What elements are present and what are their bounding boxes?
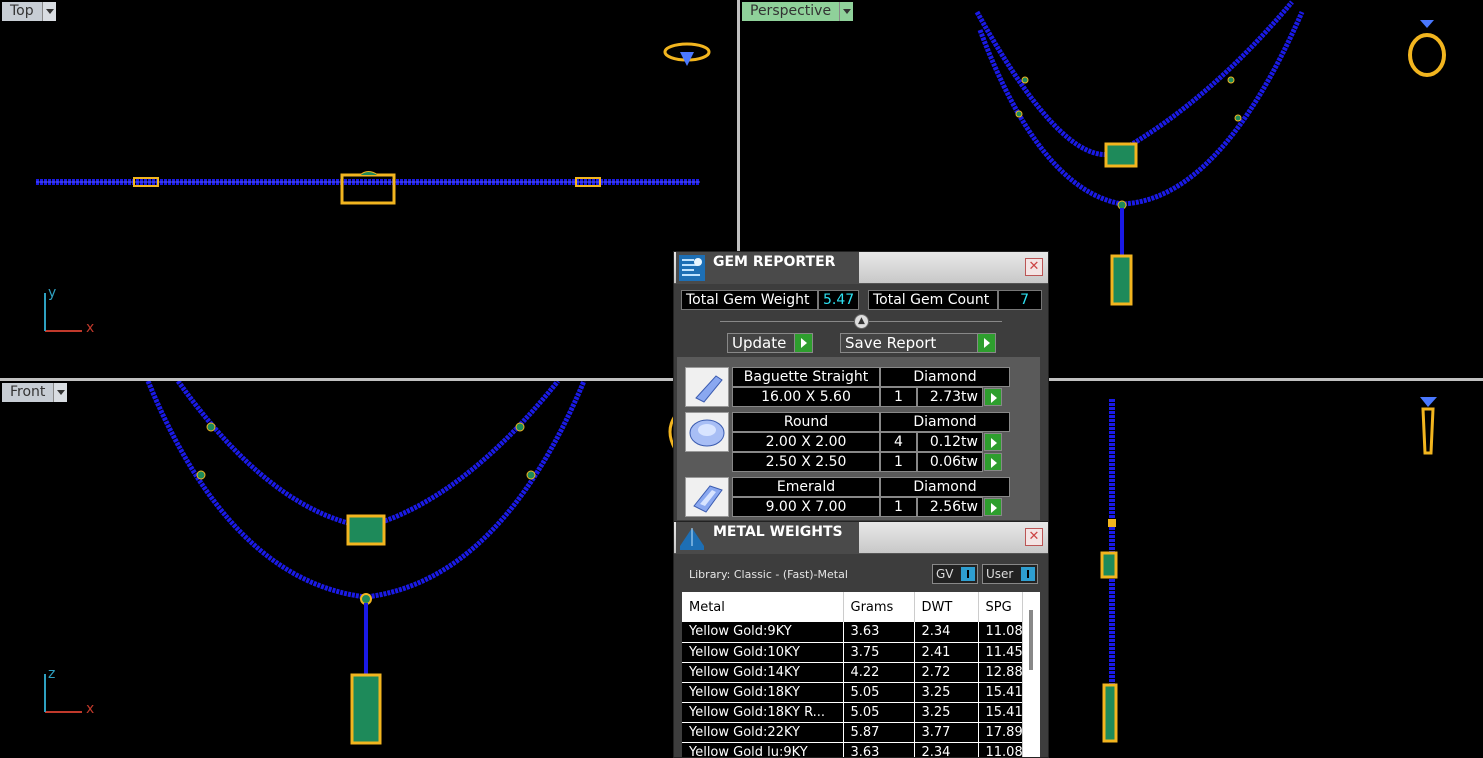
toggle-switch-icon <box>961 567 975 581</box>
scrollbar-thumb[interactable] <box>1029 610 1033 670</box>
update-button[interactable]: Update <box>727 333 813 353</box>
gem-size: 2.50 X 2.50 <box>732 452 880 472</box>
gem-detail-button[interactable] <box>984 433 1002 451</box>
gem-type: Diamond <box>880 412 1010 432</box>
column-header[interactable]: DWT <box>914 592 979 622</box>
gem-shape: Emerald <box>732 477 880 497</box>
table-scrollbar[interactable] <box>1022 592 1040 757</box>
table-row[interactable]: Yellow Gold:14KY 4.22 2.72 12.88 <box>682 662 1023 683</box>
baguette-gem-icon <box>685 367 729 407</box>
scale-icon <box>680 528 704 550</box>
gem-size: 9.00 X 7.00 <box>732 497 880 517</box>
table-row[interactable]: Yellow Gold lu:9KY 3.63 2.34 11.08 <box>682 742 1023 757</box>
gem-count: 1 <box>880 497 917 517</box>
viewport-label-top[interactable]: Top <box>2 2 56 21</box>
table-row[interactable]: Yellow Gold:9KY 3.63 2.34 11.08 <box>682 622 1023 643</box>
axis-y-label: y <box>48 285 57 301</box>
table-row[interactable]: Yellow Gold:18KY 5.05 3.25 15.41 <box>682 682 1023 703</box>
gem-shape: Round <box>732 412 880 432</box>
gem-size: 16.00 X 5.60 <box>732 387 880 407</box>
column-header[interactable]: Grams <box>843 592 915 622</box>
axis-x-label: x <box>86 320 95 336</box>
gv-toggle[interactable]: GV <box>932 564 978 584</box>
gem-detail-button[interactable] <box>984 388 1002 406</box>
close-icon[interactable]: ✕ <box>1025 258 1043 276</box>
total-gem-weight-value: 5.47 <box>818 290 859 310</box>
viewport-top[interactable]: Top y x <box>0 0 737 378</box>
chevron-down-icon[interactable] <box>53 383 68 402</box>
user-toggle[interactable]: User <box>982 564 1038 584</box>
total-gem-weight-label: Total Gem Weight <box>681 290 818 310</box>
top-view-model <box>36 42 711 332</box>
metal-weights-titlebar[interactable]: METAL WEIGHTS ✕ <box>674 522 1048 554</box>
viewport-front[interactable]: Front z x <box>0 381 737 758</box>
play-icon <box>977 334 995 352</box>
table-header-row: Metal Grams DWT SPG <box>682 592 1023 622</box>
gem-count: 4 <box>880 432 917 452</box>
gem-count: 1 <box>880 452 917 472</box>
metal-weights-panel: METAL WEIGHTS ✕ Library: Classic - (Fast… <box>673 521 1049 758</box>
gem-weight: 2.73tw <box>917 387 983 407</box>
viewport-label-front[interactable]: Front <box>2 383 68 402</box>
chevron-down-icon[interactable] <box>839 2 854 21</box>
gem-type: Diamond <box>880 477 1010 497</box>
table-row[interactable]: Yellow Gold:10KY 3.75 2.41 11.45 <box>682 642 1023 663</box>
chevron-down-icon[interactable] <box>41 2 56 21</box>
gem-count: 1 <box>880 387 917 407</box>
save-report-button[interactable]: Save Report <box>840 333 996 353</box>
metal-weights-table: Metal Grams DWT SPG Yellow Gold:9KY 3.63 2… <box>682 592 1023 757</box>
gem-size: 2.00 X 2.00 <box>732 432 880 452</box>
library-label: Library: Classic - (Fast)-Metal <box>689 568 848 581</box>
column-header[interactable]: SPG <box>978 592 1023 622</box>
gem-type: Diamond <box>880 367 1010 387</box>
gem-weight: 0.12tw <box>917 432 983 452</box>
total-gem-count-label: Total Gem Count <box>868 290 998 310</box>
axis-x-label: x <box>86 701 95 717</box>
viewport-label-perspective[interactable]: Perspective <box>742 2 854 21</box>
gem-list: Baguette Straight Diamond 16.00 X 5.60 1… <box>677 357 1040 520</box>
emerald-gem-icon <box>685 477 729 517</box>
gem-reporter-titlebar[interactable]: GEM REPORTER ✕ <box>674 252 1048 284</box>
gem-reporter-title: GEM REPORTER <box>713 254 836 270</box>
table-row[interactable]: Yellow Gold:18KY R... 5.05 3.25 15.41 <box>682 702 1023 723</box>
collapse-icon[interactable]: ▲ <box>854 314 869 329</box>
gem-shape: Baguette Straight <box>732 367 880 387</box>
gem-weight: 2.56tw <box>917 497 983 517</box>
total-gem-count-value: 7 <box>998 290 1042 310</box>
gem-detail-button[interactable] <box>984 498 1002 516</box>
table-row[interactable]: Yellow Gold:22KY 5.87 3.77 17.89 <box>682 722 1023 743</box>
close-icon[interactable]: ✕ <box>1025 528 1043 546</box>
gem-reporter-icon <box>679 255 705 281</box>
gem-reporter-panel: GEM REPORTER ✕ Total Gem Weight 5.47 Tot… <box>673 251 1049 523</box>
play-icon <box>794 334 812 352</box>
gem-detail-button[interactable] <box>984 453 1002 471</box>
round-gem-icon <box>685 412 729 452</box>
toggle-switch-icon <box>1021 567 1035 581</box>
axis-z-label: z <box>48 666 56 682</box>
metal-weights-title: METAL WEIGHTS <box>713 524 843 540</box>
front-view-model <box>44 381 677 745</box>
column-header[interactable]: Metal <box>682 592 844 622</box>
gem-weight: 0.06tw <box>917 452 983 472</box>
